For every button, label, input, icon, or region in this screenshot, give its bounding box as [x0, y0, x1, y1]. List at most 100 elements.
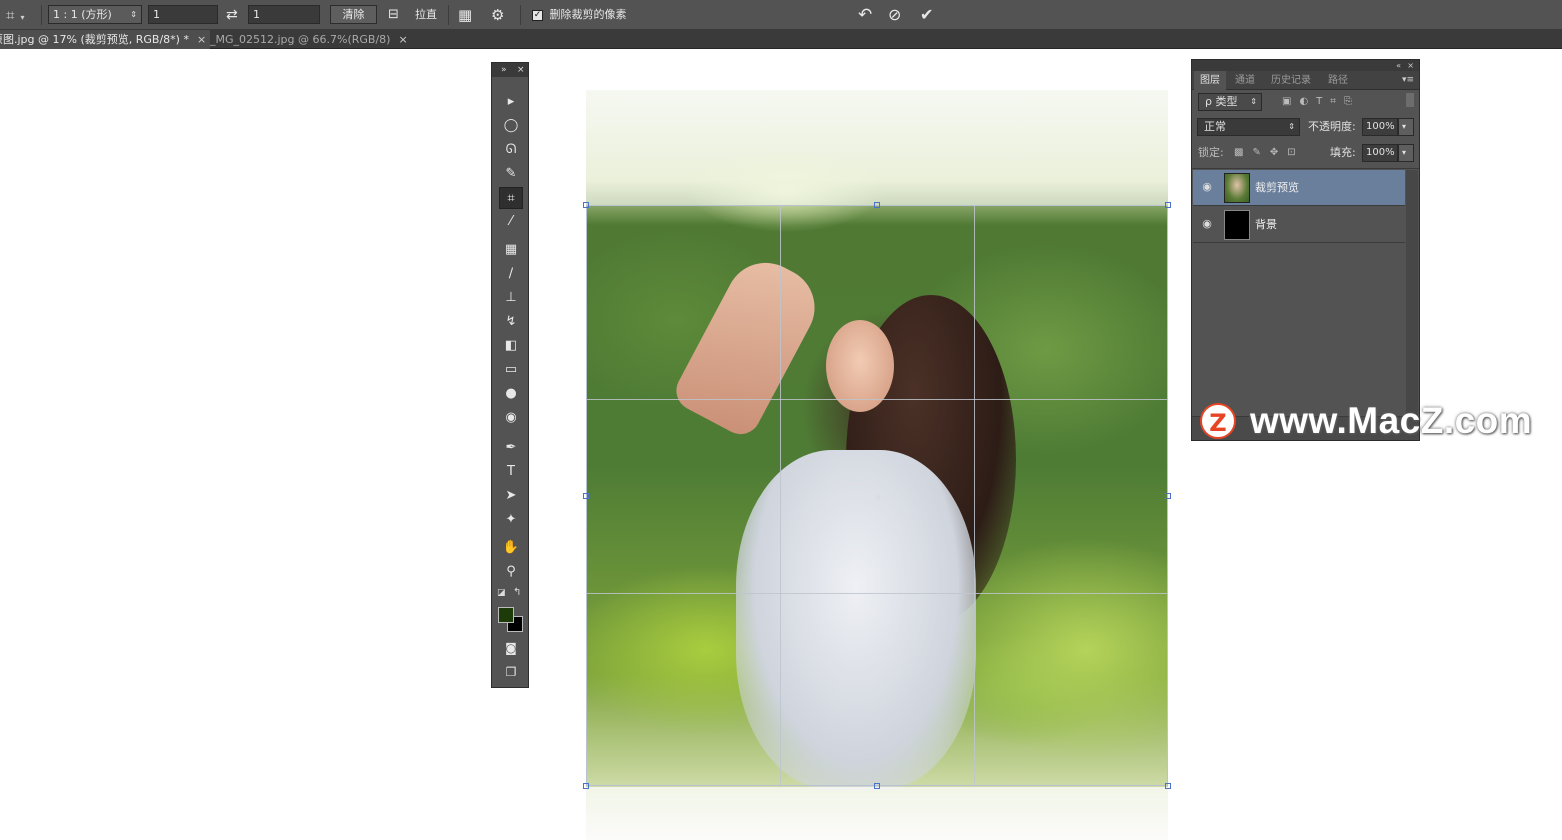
- quick-mask-icon[interactable]: ◙: [499, 637, 523, 659]
- blur-tool[interactable]: ●: [499, 383, 523, 405]
- crop-box[interactable]: ✧: [583, 202, 1171, 789]
- watermark-text: www.MacZ.com: [1250, 400, 1533, 441]
- marquee-tool[interactable]: ◯: [499, 115, 523, 137]
- layer-filter-select[interactable]: ρ 类型 ⇕: [1198, 93, 1262, 111]
- crop-handle-top-right[interactable]: [1165, 202, 1171, 208]
- ratio-preset-select[interactable]: 1 : 1 (方形) ⇕: [48, 5, 142, 24]
- foreground-color-swatch[interactable]: [498, 607, 514, 623]
- gradient-tool[interactable]: ▭: [499, 359, 523, 381]
- close-icon[interactable]: ×: [197, 33, 206, 46]
- straighten-button[interactable]: 拉直: [415, 0, 437, 30]
- brush-tool[interactable]: ∕: [499, 263, 523, 285]
- divider: [1192, 168, 1419, 169]
- doc-tab-active[interactable]: 原图.jpg @ 17% (裁剪预览, RGB/8*) * ×: [0, 30, 211, 49]
- check-icon[interactable]: ✔: [920, 0, 933, 30]
- collapse-icon[interactable]: »: [501, 63, 507, 77]
- filter-toggle[interactable]: [1406, 93, 1414, 107]
- crop-handle-top-left[interactable]: [583, 202, 589, 208]
- lock-label: 锁定:: [1198, 146, 1224, 159]
- layer-filter-icons[interactable]: ▣◐T⌗⎘: [1282, 93, 1360, 111]
- close-icon[interactable]: ×: [398, 33, 407, 46]
- eye-icon[interactable]: ◉: [1200, 180, 1214, 194]
- screen-mode-icon[interactable]: ❐: [499, 661, 523, 683]
- type-tool[interactable]: T: [499, 461, 523, 483]
- tools-panel: » × ▸ ◯ ᘏ ✎ ⌗ ⁄ ▦ ∕ ⊥ ↯ ◧ ▭ ● ◉ ✒ T ➤ ✦ ✋ ⚲ ◪ ↰ ◙ ❐: [491, 62, 529, 688]
- opacity-input[interactable]: 100%: [1362, 118, 1398, 136]
- dodge-tool[interactable]: ◉: [499, 407, 523, 429]
- layer-thumbnail: [1224, 210, 1250, 240]
- chevron-down-icon[interactable]: ▾: [1398, 144, 1414, 162]
- document-tabs: 原图.jpg @ 17% (裁剪预览, RGB/8*) * × _MG_02512…: [0, 30, 1562, 49]
- tab-channels[interactable]: 通道: [1229, 71, 1261, 90]
- watermark: Z www.MacZ.com: [1200, 398, 1532, 444]
- crop-handle-bottom[interactable]: [874, 783, 880, 789]
- crop-center-icon: ✧: [874, 493, 883, 504]
- clear-button[interactable]: 清除: [330, 5, 377, 24]
- layers-panel: « × 图层 通道 历史记录 路径 ▾≡ ρ 类型 ⇕ ▣◐T⌗⎘ 正常 ⇕ 不…: [1191, 59, 1420, 441]
- crop-handle-bottom-right[interactable]: [1165, 783, 1171, 789]
- eraser-tool[interactable]: ◧: [499, 335, 523, 357]
- crop-height-input[interactable]: 1: [248, 5, 320, 24]
- toolbar-separator: [448, 5, 449, 25]
- crop-width-input[interactable]: 1: [148, 5, 218, 24]
- tools-panel-header[interactable]: » ×: [492, 63, 528, 77]
- panel-menu-icon[interactable]: ▾≡: [1402, 71, 1414, 90]
- collapse-icon[interactable]: «: [1396, 60, 1401, 71]
- quick-select-tool[interactable]: ✎: [499, 163, 523, 185]
- layer-row-crop-preview[interactable]: ◉ 裁剪预览: [1193, 170, 1405, 206]
- eyedropper-tool[interactable]: ⁄: [499, 211, 523, 233]
- layers-scrollbar[interactable]: [1406, 170, 1418, 416]
- cancel-icon[interactable]: ⊘: [888, 0, 901, 30]
- fill-input[interactable]: 100%: [1362, 144, 1398, 162]
- stamp-tool[interactable]: ⊥: [499, 287, 523, 309]
- pen-tool[interactable]: ✒: [499, 437, 523, 459]
- gear-icon[interactable]: ⚙: [491, 0, 504, 30]
- crop-grid-line: [587, 593, 1167, 594]
- history-brush-tool[interactable]: ↯: [499, 311, 523, 333]
- healing-tool[interactable]: ▦: [499, 239, 523, 261]
- crop-handle-left[interactable]: [583, 493, 589, 499]
- doc-tab-label: _MG_02512.jpg @ 66.7%(RGB/8): [210, 33, 391, 46]
- layer-name: 裁剪预览: [1255, 181, 1299, 194]
- crop-icon[interactable]: ⌗ ▾: [6, 0, 24, 30]
- crop-grid-line: [974, 206, 975, 785]
- eye-icon[interactable]: ◉: [1200, 217, 1214, 231]
- doc-tab-label: 原图.jpg @ 17% (裁剪预览, RGB/8*) *: [0, 33, 189, 46]
- zoom-tool[interactable]: ⚲: [499, 561, 523, 583]
- doc-tab-inactive[interactable]: _MG_02512.jpg @ 66.7%(RGB/8) ×: [206, 30, 412, 49]
- delete-cropped-label: 删除裁剪的像素: [549, 8, 627, 21]
- opacity-label: 不透明度:: [1308, 120, 1356, 133]
- crop-handle-bottom-left[interactable]: [583, 783, 589, 789]
- tab-paths[interactable]: 路径: [1322, 71, 1354, 90]
- hand-tool[interactable]: ✋: [499, 537, 523, 559]
- swap-icon[interactable]: ⇄: [226, 0, 238, 30]
- blend-mode-value: 正常: [1204, 120, 1226, 133]
- swap-colors-icon[interactable]: ↰: [513, 587, 521, 598]
- chevron-down-icon[interactable]: ▾: [1398, 118, 1414, 136]
- close-icon[interactable]: ×: [517, 63, 525, 77]
- close-icon[interactable]: ×: [1407, 60, 1414, 71]
- crop-handle-right[interactable]: [1165, 493, 1171, 499]
- toolbar-separator: [41, 5, 42, 25]
- layers-panel-titlebar: « ×: [1192, 60, 1419, 71]
- layer-filter-label: ρ 类型: [1205, 95, 1238, 108]
- lock-icons[interactable]: ▩✎✥⊡: [1234, 144, 1305, 162]
- tab-layers[interactable]: 图层: [1194, 71, 1226, 90]
- lasso-tool[interactable]: ᘏ: [499, 139, 523, 161]
- layer-row-background[interactable]: ◉ 背景: [1193, 207, 1405, 243]
- tab-history[interactable]: 历史记录: [1265, 71, 1317, 90]
- chevron-down-icon[interactable]: ▾: [20, 13, 24, 22]
- delete-cropped-checkbox[interactable]: ✓ 删除裁剪的像素: [532, 0, 627, 30]
- crop-tool[interactable]: ⌗: [499, 187, 523, 209]
- straighten-icon[interactable]: ⊟: [388, 0, 399, 30]
- undo-icon[interactable]: ↶: [858, 0, 872, 30]
- crop-handle-top[interactable]: [874, 202, 880, 208]
- watermark-logo: Z: [1200, 403, 1236, 439]
- default-colors-icon[interactable]: ◪: [497, 588, 506, 598]
- path-select-tool[interactable]: ➤: [499, 485, 523, 507]
- blend-mode-select[interactable]: 正常 ⇕: [1197, 118, 1300, 136]
- shape-tool[interactable]: ✦: [499, 509, 523, 531]
- move-tool[interactable]: ▸: [499, 91, 523, 113]
- grid-overlay-icon[interactable]: ▦: [458, 0, 472, 30]
- crop-grid-line: [780, 206, 781, 785]
